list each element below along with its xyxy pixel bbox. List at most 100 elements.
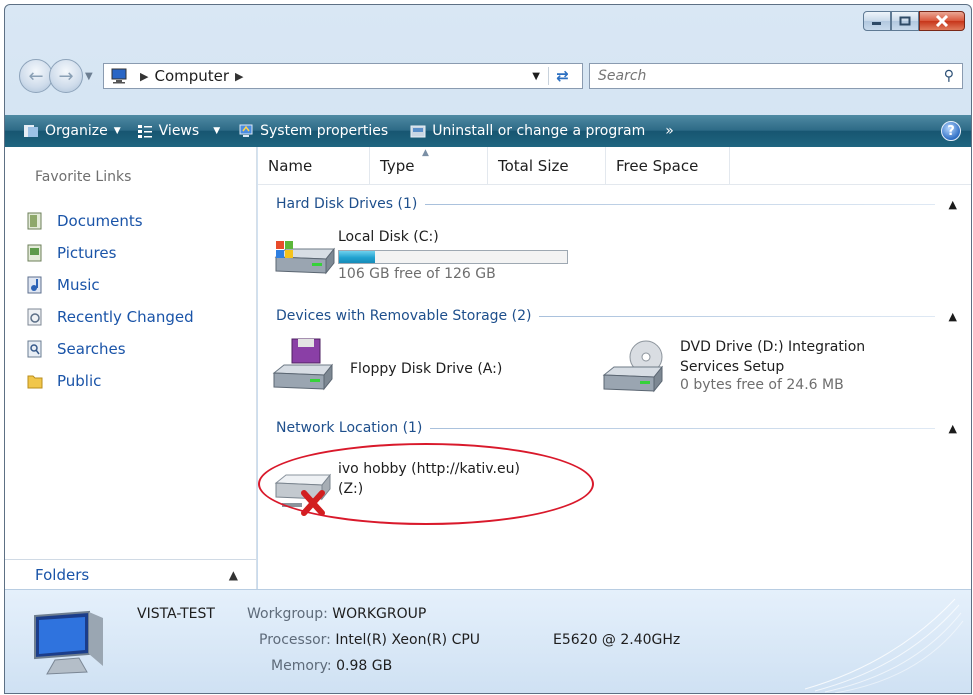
nav-link-music[interactable]: Music (27, 269, 194, 301)
recent-pages-dropdown[interactable]: ▼ (85, 71, 99, 82)
nav-link-label: Public (57, 372, 102, 390)
uninstall-program-button[interactable]: Uninstall or change a program (404, 115, 651, 147)
processor-model-value: E5620 @ 2.40GHz (553, 632, 681, 648)
collapse-group-icon[interactable]: ▲ (949, 310, 957, 323)
address-bar[interactable]: ▶ Computer ▶ ▼ ⇄ (103, 63, 583, 89)
drive-dvd-d[interactable]: DVD Drive (D:) Integration Services Setu… (600, 337, 865, 393)
navigation-pane: Favorite Links Documents Pictures Music … (5, 147, 257, 589)
column-header-free-space[interactable]: Free Space (606, 147, 730, 184)
pictures-icon (27, 244, 42, 262)
collapse-group-icon[interactable]: ▲ (949, 422, 957, 435)
decorative-swoosh (804, 598, 964, 693)
search-input[interactable] (598, 68, 944, 84)
computer-icon (111, 68, 127, 84)
system-properties-label: System properties (260, 123, 389, 139)
address-row: ← → ▼ ▶ Computer ▶ ▼ ⇄ ⚲ (19, 59, 963, 93)
breadcrumb-chevron-icon[interactable]: ▶ (235, 70, 243, 83)
system-properties-button[interactable]: System properties (232, 115, 394, 147)
group-title: Hard Disk Drives (1) (276, 196, 418, 212)
memory-label: Memory: (271, 658, 332, 674)
nav-link-documents[interactable]: Documents (27, 205, 194, 237)
forward-button[interactable]: → (49, 59, 83, 93)
computer-name: VISTA-TEST (137, 606, 215, 622)
minimize-icon (872, 22, 881, 25)
uninstall-icon (410, 125, 426, 138)
favorite-links-list: Documents Pictures Music Recently Change… (27, 205, 194, 397)
drive-free-space: 0 bytes free of 24.6 MB (680, 377, 844, 393)
address-dropdown-icon[interactable]: ▼ (532, 71, 540, 82)
views-button[interactable]: Views ▼ (131, 115, 226, 147)
group-header-hard-disk-drives[interactable]: Hard Disk Drives (1) ▲ (276, 193, 957, 215)
column-header-total-size[interactable]: Total Size (488, 147, 606, 184)
drive-local-disk-c[interactable]: Local Disk (C:) 106 GB free of 126 GB (272, 227, 568, 282)
group-title: Network Location (1) (276, 420, 423, 436)
window-caption-buttons (863, 11, 965, 31)
column-header-type[interactable]: ▲ Type (370, 147, 488, 184)
public-folder-icon (27, 375, 43, 389)
maximize-button[interactable] (891, 11, 919, 31)
system-properties-icon (239, 124, 253, 137)
dvd-drive-icon (602, 340, 664, 393)
organize-button[interactable]: Organize ▼ (17, 115, 127, 147)
workgroup-value: WORKGROUP (332, 606, 427, 622)
floppy-drive-icon (272, 338, 334, 391)
details-pane: VISTA-TEST Workgroup: WORKGROUP Processo… (5, 589, 971, 693)
nav-link-label: Documents (57, 212, 143, 230)
drive-free-space: 106 GB free of 126 GB (338, 266, 496, 282)
organize-label: Organize (45, 123, 108, 139)
toolbar-overflow-button[interactable]: » (659, 115, 680, 147)
nav-link-searches[interactable]: Searches (27, 333, 194, 365)
documents-icon (27, 212, 42, 230)
close-button[interactable] (919, 11, 965, 31)
command-toolbar: Organize ▼ Views ▼ System properties Unins… (5, 115, 971, 147)
content-pane: Name ▲ Type Total Size Free Space Hard Di… (258, 147, 971, 589)
music-icon (27, 276, 42, 294)
nav-link-pictures[interactable]: Pictures (27, 237, 194, 269)
breadcrumb-computer[interactable]: Computer (154, 67, 229, 85)
help-icon: ? (947, 123, 955, 139)
workgroup-label: Workgroup: (247, 606, 328, 622)
minimize-button[interactable] (863, 11, 891, 31)
back-button[interactable]: ← (19, 59, 53, 93)
collapse-group-icon[interactable]: ▲ (949, 198, 957, 211)
highlight-circle-annotation (258, 443, 594, 525)
nav-link-label: Searches (57, 340, 126, 358)
group-header-network-location[interactable]: Network Location (1) ▲ (276, 417, 957, 439)
sort-ascending-icon: ▲ (422, 148, 429, 158)
overflow-chevron-icon: » (665, 123, 674, 139)
column-label: Name (268, 156, 313, 175)
folders-label: Folders (35, 565, 90, 584)
column-label: Total Size (498, 156, 569, 175)
drive-name-line-1: DVD Drive (D:) Integration (680, 339, 866, 355)
hard-drive-icon (274, 241, 336, 275)
drive-name: Floppy Disk Drive (A:) (350, 361, 503, 377)
breadcrumb-chevron-icon[interactable]: ▶ (140, 70, 148, 83)
column-headers: Name ▲ Type Total Size Free Space (258, 147, 971, 185)
nav-link-label: Music (57, 276, 100, 294)
memory-value: 0.98 GB (336, 658, 393, 674)
nav-link-label: Recently Changed (57, 308, 194, 326)
drive-name-line-2: Services Setup (680, 359, 785, 375)
processor-value: Intel(R) Xeon(R) CPU (335, 632, 481, 648)
column-label: Type (380, 156, 415, 175)
search-box[interactable]: ⚲ (589, 63, 963, 89)
chevron-up-icon: ▲ (228, 567, 238, 582)
processor-label: Processor: (259, 632, 331, 648)
favorite-links-heading: Favorite Links (35, 169, 132, 185)
recently-changed-icon (27, 308, 42, 326)
column-label: Free Space (616, 156, 699, 175)
views-label: Views (158, 123, 200, 139)
group-header-removable-storage[interactable]: Devices with Removable Storage (2) ▲ (276, 305, 957, 327)
nav-link-public[interactable]: Public (27, 365, 194, 397)
folders-toggle[interactable]: Folders ▲ (5, 559, 256, 589)
column-header-name[interactable]: Name (258, 147, 370, 184)
group-title: Devices with Removable Storage (2) (276, 308, 532, 324)
close-icon (935, 15, 949, 27)
search-icon[interactable]: ⚲ (944, 68, 954, 84)
refresh-button[interactable]: ⇄ (548, 67, 576, 85)
searches-icon (27, 340, 42, 358)
nav-link-recently-changed[interactable]: Recently Changed (27, 301, 194, 333)
explorer-window: ← → ▼ ▶ Computer ▶ ▼ ⇄ ⚲ Organize▼ View (4, 4, 972, 694)
drive-floppy-a[interactable]: Floppy Disk Drive (A:) (270, 337, 502, 391)
help-button[interactable]: ? (941, 121, 961, 141)
